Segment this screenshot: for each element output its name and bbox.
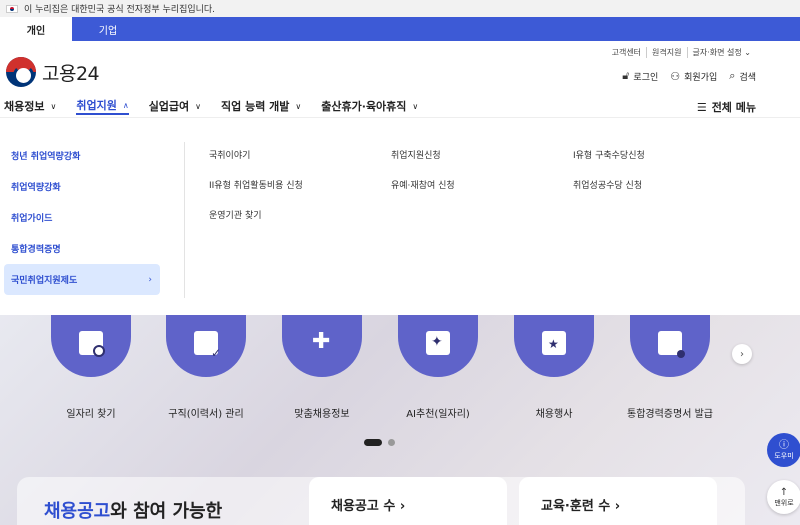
nav-parental-leave[interactable]: 출산휴가·육아휴직 ∨ [321, 97, 418, 115]
hero-section: 일자리 찾기 구직(이력서) 관리 맞춤채용정보 AI추천(일자리) 채용행사 … [0, 315, 800, 525]
lock-icon: 🔓︎ [622, 69, 630, 82]
search-icon: ⌕ [729, 69, 736, 82]
calendar-star-icon [542, 331, 566, 355]
carousel-pagination [364, 439, 395, 446]
mega-link[interactable]: II유형 취업활동비용 신청 [209, 178, 391, 191]
logo-text: 고용24 [42, 62, 100, 85]
user-actions: 🔓︎ 로그인 ⚇ 회원가입 ⌕ 검색 [622, 69, 756, 83]
hamburger-icon: ☰ [696, 100, 707, 114]
question-icon: ⓘ [779, 439, 789, 451]
signup-button[interactable]: ⚇ 회원가입 [670, 70, 717, 83]
document-check-icon [194, 331, 221, 360]
mega-divider [184, 142, 185, 298]
quick-job-event-button[interactable] [514, 315, 594, 377]
help-button[interactable]: ⓘ 도우미 [767, 433, 800, 467]
quick-custom-jobs-button[interactable] [282, 315, 362, 377]
quick-label[interactable]: 구직(이력서) 관리 [146, 405, 266, 420]
quick-label[interactable]: 일자리 찾기 [31, 405, 151, 420]
login-button[interactable]: 🔓︎ 로그인 [622, 69, 658, 83]
nav-unemployment-benefit[interactable]: 실업급여 ∨ [149, 97, 201, 115]
chevron-down-icon: ∨ [195, 101, 202, 111]
section-title: 채용공고와 참여 가능한 [44, 501, 223, 522]
gov-banner-text: 이 누리집은 대한민국 공식 전자정부 누리집입니다. [24, 5, 216, 15]
sub-item-guide[interactable]: 취업가이드 [4, 202, 160, 233]
nav-job-info[interactable]: 채용정보 ∨ [4, 97, 56, 115]
util-display-settings[interactable]: 글자·화면 설정 ⌄ [686, 47, 757, 58]
nav-vocational-skills[interactable]: 직업 능력 개발 ∨ [221, 97, 301, 115]
sub-item-capability[interactable]: 취업역량강화 [4, 171, 160, 202]
puzzle-user-icon [310, 329, 334, 355]
quick-ai-recommend-button[interactable] [398, 315, 478, 377]
quick-label[interactable]: AI추천(일자리) [378, 405, 498, 420]
util-customer-center[interactable]: 고객센터 [607, 47, 646, 58]
chevron-down-icon: ⌄ [744, 48, 751, 57]
full-menu-button[interactable]: ☰ 전체 메뉴 [697, 99, 756, 115]
training-count-card[interactable]: 교육·훈련 수 › [519, 477, 717, 525]
chevron-down-icon: ∨ [295, 101, 302, 111]
document-gear-icon [658, 331, 685, 358]
carousel-dot[interactable] [388, 439, 395, 446]
mega-menu: 청년 취업역량강화 취업역량강화 취업가이드 통합경력증명 국민취업지원제도 ›… [0, 117, 800, 315]
nav-employment-support[interactable]: 취업지원 ∧ [76, 97, 129, 115]
search-button[interactable]: ⌕ 검색 [729, 69, 756, 83]
sub-item-youth-capability[interactable]: 청년 취업역량강화 [4, 140, 160, 171]
quick-label[interactable]: 맞춤채용정보 [262, 405, 382, 420]
site-header: 고객센터 원격지원 글자·화면 설정 ⌄ 고용24 🔓︎ 로그인 ⚇ 회원가입 ⌕ 검… [0, 41, 800, 115]
taegeuk-logo-icon [6, 57, 36, 87]
gov-banner: 이 누리집은 대한민국 공식 전자정부 누리집입니다. [0, 0, 800, 17]
carousel-next-button[interactable]: › [732, 344, 752, 364]
mega-link[interactable]: 유예·재참여 신청 [391, 178, 573, 191]
sub-item-national-employment[interactable]: 국민취업지원제도 › [4, 264, 160, 295]
chevron-up-icon: ∧ [122, 100, 129, 110]
quick-job-search-button[interactable] [51, 315, 131, 377]
utility-links: 고객센터 원격지원 글자·화면 설정 ⌄ [607, 47, 756, 58]
scroll-top-button[interactable]: ↑ 맨위로 [767, 480, 800, 514]
document-search-icon [79, 331, 105, 357]
job-postings-count-card[interactable]: 채용공고 수 › [309, 477, 507, 525]
user-plus-icon: ⚇ [670, 69, 681, 83]
chevron-right-icon: › [740, 348, 744, 360]
mega-links: 국취이야기 취업지원신청 I유형 구축수당신청 II유형 취업활동비용 신청 유… [209, 148, 755, 221]
tab-individual[interactable]: 개인 [0, 17, 72, 41]
arrow-up-icon: ↑ [779, 486, 789, 498]
mega-link[interactable]: 운영기관 찾기 [209, 208, 391, 221]
tab-company[interactable]: 기업 [72, 17, 144, 41]
main-nav: 채용정보 ∨ 취업지원 ∧ 실업급여 ∨ 직업 능력 개발 ∨ 출산휴가·육아휴직 ∨ [4, 97, 418, 115]
audience-tabs: 개인 기업 [0, 17, 800, 41]
carousel-dot-active[interactable] [364, 439, 382, 446]
mega-link[interactable]: I유형 구축수당신청 [573, 148, 755, 161]
chevron-right-icon: › [148, 274, 152, 285]
mega-link[interactable]: 취업지원신청 [391, 148, 573, 161]
chevron-down-icon: ∨ [412, 101, 419, 111]
site-logo[interactable]: 고용24 [6, 57, 100, 87]
mega-link[interactable]: 국취이야기 [209, 148, 391, 161]
quick-label[interactable]: 통합경력증명서 발급 [610, 405, 730, 420]
quick-label[interactable]: 채용행사 [494, 405, 614, 420]
mega-sub-nav: 청년 취업역량강화 취업역량강화 취업가이드 통합경력증명 국민취업지원제도 › [4, 140, 160, 295]
mega-link[interactable]: 취업성공수당 신청 [573, 178, 755, 191]
magic-wand-icon [426, 331, 450, 355]
quick-resume-button[interactable] [166, 315, 246, 377]
util-remote-support[interactable]: 원격지원 [646, 47, 686, 58]
sub-item-career-cert[interactable]: 통합경력증명 [4, 233, 160, 264]
chevron-down-icon: ∨ [50, 101, 57, 111]
korea-flag-icon [6, 4, 18, 13]
quick-career-cert-button[interactable] [630, 315, 710, 377]
